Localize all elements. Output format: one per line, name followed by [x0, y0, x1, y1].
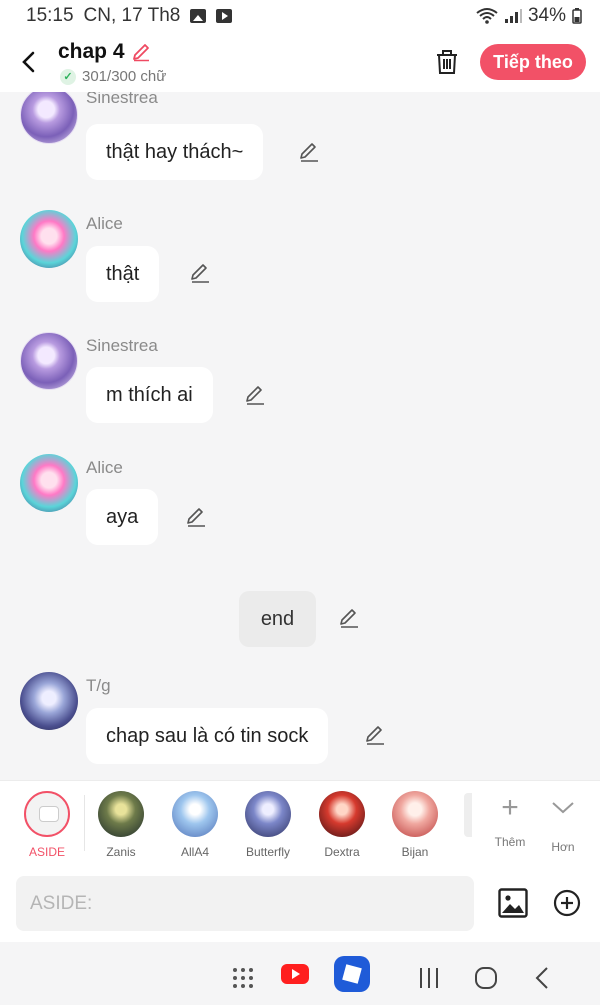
status-time: 15:15 — [26, 5, 74, 26]
system-nav-bar — [0, 942, 600, 1005]
battery-icon — [572, 8, 582, 24]
character-name: AllA4 — [180, 845, 209, 859]
character-selector: ASIDE Zanis AllA4 Butterfly Dextra Bijan… — [0, 780, 600, 866]
avatar — [172, 791, 218, 837]
character-zanis[interactable]: Zanis — [89, 789, 153, 859]
avatar — [319, 791, 365, 837]
back-button[interactable] — [18, 48, 42, 76]
sender-name: Sinestrea — [86, 336, 158, 355]
wifi-icon — [476, 8, 498, 24]
chapter-title-text: chap 4 — [58, 40, 125, 63]
system-back-icon[interactable] — [533, 962, 551, 994]
avatar[interactable] — [20, 454, 78, 512]
narration-bubble[interactable]: end — [239, 591, 316, 647]
input-bar — [0, 866, 600, 942]
character-alla4[interactable]: AllA4 — [163, 789, 227, 859]
recent-apps-icon[interactable] — [418, 962, 440, 994]
character-name: Dextra — [324, 845, 360, 859]
character-butterfly[interactable]: Butterfly — [236, 789, 300, 859]
word-count-text: 301/300 chữ — [82, 68, 167, 85]
avatar — [245, 791, 291, 837]
message-bubble[interactable]: thật — [86, 246, 160, 302]
sender-name: T/g — [86, 676, 111, 695]
status-bar: 15:15 CN, 17 Th8 34% — [0, 0, 600, 32]
signal-icon — [504, 9, 522, 23]
plus-icon: + — [501, 791, 519, 824]
edit-icon[interactable] — [338, 607, 360, 629]
avatar[interactable] — [20, 332, 78, 390]
character-dextra[interactable]: Dextra — [310, 789, 374, 859]
message-input[interactable] — [16, 876, 474, 931]
message: T/g chap sau là có tin sock — [20, 672, 580, 780]
check-icon: ✓ — [60, 68, 76, 85]
divider — [84, 795, 85, 851]
expand-characters-button[interactable]: Hơn — [543, 791, 583, 854]
roblox-app-icon[interactable] — [334, 956, 370, 992]
edit-icon[interactable] — [244, 384, 266, 406]
next-button[interactable]: Tiếp theo — [480, 44, 586, 80]
sender-name: Sinestrea — [86, 92, 158, 107]
message-bubble[interactable]: thật hay thách~ — [86, 124, 264, 180]
message: Sinestrea m thích ai — [20, 332, 580, 432]
avatar — [98, 791, 144, 837]
edit-icon[interactable] — [189, 262, 211, 284]
sender-name: Alice — [86, 458, 123, 477]
chapter-title[interactable]: chap 4 — [58, 40, 151, 64]
character-name: Zanis — [106, 845, 136, 859]
image-icon[interactable] — [498, 888, 528, 918]
add-circle-icon[interactable] — [553, 889, 581, 917]
chevron-left-icon — [22, 51, 35, 73]
battery-percent: 34% — [527, 5, 566, 26]
edit-title-icon[interactable] — [131, 42, 151, 62]
edit-icon[interactable] — [364, 724, 386, 746]
trash-icon[interactable] — [434, 48, 460, 76]
chat-area[interactable]: Sinestrea thật hay thách~ Alice thật Sin… — [0, 92, 600, 780]
message: Alice aya — [20, 454, 580, 554]
character-name: ASIDE — [28, 845, 65, 859]
sender-name: Alice — [86, 214, 123, 233]
word-count: ✓ 301/300 chữ — [60, 68, 166, 85]
message: Sinestrea thật hay thách~ — [20, 92, 580, 186]
add-character-label: Thêm — [494, 835, 526, 849]
character-aside[interactable]: ASIDE — [15, 789, 79, 859]
character-name: Bijan — [401, 845, 429, 859]
home-icon[interactable] — [474, 962, 498, 994]
edit-icon[interactable] — [185, 506, 207, 528]
character-name: Butterfly — [245, 845, 290, 859]
status-date: CN, 17 Th8 — [83, 5, 181, 26]
app-drawer-icon[interactable] — [231, 962, 255, 994]
message: Alice thật — [20, 210, 580, 310]
message-bubble[interactable]: aya — [86, 489, 159, 545]
message-bubble[interactable]: chap sau là có tin sock — [86, 708, 329, 764]
aside-icon — [24, 791, 70, 837]
avatar — [392, 791, 438, 837]
character-bijan[interactable]: Bijan — [383, 789, 447, 859]
editor-header: chap 4 ✓ 301/300 chữ Tiếp theo — [0, 32, 600, 92]
edit-icon[interactable] — [298, 141, 320, 163]
avatar[interactable] — [20, 210, 78, 268]
youtube-app-icon[interactable] — [281, 964, 309, 984]
add-character-button[interactable]: + Thêm — [490, 791, 530, 849]
chevron-down-icon — [552, 802, 574, 814]
youtube-notification-icon — [216, 9, 233, 23]
avatar[interactable] — [20, 672, 78, 730]
gallery-notification-icon — [190, 9, 207, 23]
expand-label: Hơn — [551, 840, 575, 854]
message-bubble[interactable]: m thích ai — [86, 367, 213, 423]
partial-avatar — [464, 793, 472, 837]
avatar[interactable] — [20, 92, 78, 144]
